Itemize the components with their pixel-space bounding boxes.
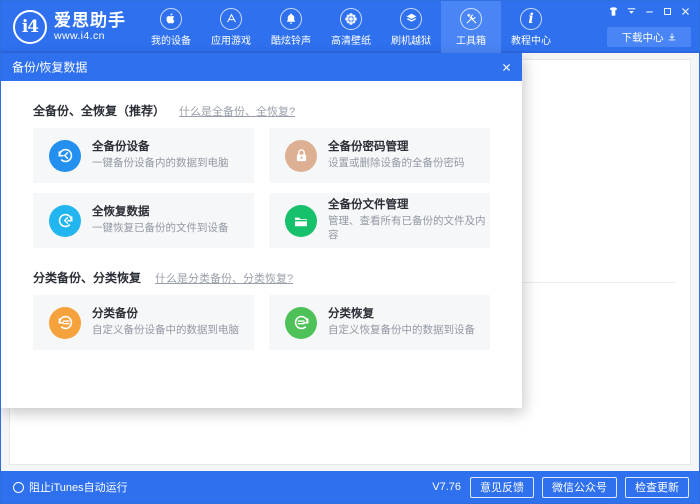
nav-item-tutorials[interactable]: i 教程中心 bbox=[501, 1, 561, 53]
card-full-restore-data[interactable]: 全恢复数据 一键恢复已备份的文件到设备 bbox=[33, 193, 254, 248]
card-desc: 自定义恢复备份中的数据到设备 bbox=[328, 324, 475, 337]
card-row: 分类备份 自定义备份设备中的数据到电脑 分类恢复 自定义恢复备份中的数据到设备 bbox=[33, 295, 490, 350]
card-row: 全备份设备 一键备份设备内的数据到电脑 全备份密码管理 设置或删除设备的全备份密… bbox=[33, 128, 490, 183]
flash-jailbreak-icon bbox=[400, 7, 422, 30]
card-desc: 一键恢复已备份的文件到设备 bbox=[92, 222, 229, 235]
download-arrow-icon bbox=[667, 32, 677, 42]
section-header-category-backup: 分类备份、分类恢复 什么是分类备份、分类恢复? bbox=[33, 269, 490, 286]
section-help-link[interactable]: 什么是分类备份、分类恢复? bbox=[155, 270, 293, 286]
minimize-icon[interactable] bbox=[641, 4, 657, 19]
dialog-title: 备份/恢复数据 bbox=[12, 60, 88, 75]
card-backup-password-manage[interactable]: 全备份密码管理 设置或删除设备的全备份密码 bbox=[269, 128, 490, 183]
card-category-backup[interactable]: 分类备份 自定义备份设备中的数据到电脑 bbox=[33, 295, 254, 350]
nav-item-ringtones[interactable]: 酷炫铃声 bbox=[261, 1, 321, 53]
card-title: 全备份设备 bbox=[92, 141, 150, 154]
feedback-button[interactable]: 意见反馈 bbox=[470, 476, 534, 498]
card-full-backup-device[interactable]: 全备份设备 一键备份设备内的数据到电脑 bbox=[33, 128, 254, 183]
card-desc: 一键备份设备内的数据到电脑 bbox=[92, 157, 229, 170]
section-title: 分类备份、分类恢复 bbox=[33, 271, 142, 285]
logo-mark-icon: i4 bbox=[13, 10, 47, 44]
app-logo: i4 爱思助手 www.i4.cn bbox=[13, 10, 126, 44]
nav-item-apps-games[interactable]: 应用游戏 bbox=[201, 1, 261, 53]
appstore-icon bbox=[220, 7, 242, 30]
toolbox-icon bbox=[460, 7, 482, 30]
block-itunes-label: 阻止iTunes自动运行 bbox=[29, 482, 128, 494]
nav-item-wallpapers[interactable]: 高清壁纸 bbox=[321, 1, 381, 53]
logo-title: 爱思助手 bbox=[54, 11, 126, 31]
info-icon: i bbox=[520, 7, 542, 30]
card-backup-file-manage[interactable]: 全备份文件管理 管理、查看所有已备份的文件及内容 bbox=[269, 193, 490, 248]
card-title: 全恢复数据 bbox=[92, 206, 150, 219]
nav-item-label: 我的设备 bbox=[151, 35, 191, 47]
backup-device-icon bbox=[49, 139, 81, 172]
logo-subtitle: www.i4.cn bbox=[54, 29, 105, 42]
lock-icon bbox=[285, 139, 317, 172]
section-title: 全备份、全恢复（推荐） bbox=[33, 104, 166, 118]
dialog-titlebar: 备份/恢复数据 bbox=[1, 53, 522, 81]
category-backup-icon bbox=[49, 306, 81, 339]
card-text: 分类恢复 自定义恢复备份中的数据到设备 bbox=[328, 307, 475, 338]
nav-item-label: 应用游戏 bbox=[211, 35, 251, 47]
card-text: 全备份文件管理 管理、查看所有已备份的文件及内容 bbox=[328, 198, 490, 242]
check-update-button[interactable]: 检查更新 bbox=[625, 476, 689, 498]
dialog-body: 全备份、全恢复（推荐） 什么是全备份、全恢复? 全备份设备 一键备份设备内的数据 bbox=[1, 81, 522, 408]
footer-actions: V7.76 意见反馈 微信公众号 检查更新 bbox=[432, 476, 689, 498]
card-desc: 自定义备份设备中的数据到电脑 bbox=[92, 324, 239, 337]
card-title: 分类备份 bbox=[92, 308, 138, 321]
backup-restore-dialog: 备份/恢复数据 全备份、全恢复（推荐） 什么是全备份、全恢复? 全备份设备 一键… bbox=[1, 53, 522, 408]
menu-dropdown-icon[interactable] bbox=[623, 4, 639, 19]
close-icon[interactable] bbox=[677, 4, 693, 19]
category-restore-icon bbox=[285, 306, 317, 339]
card-title: 全备份密码管理 bbox=[328, 141, 409, 154]
block-itunes-toggle[interactable]: 阻止iTunes自动运行 bbox=[13, 479, 128, 495]
radio-circle-icon[interactable] bbox=[13, 481, 24, 493]
card-text: 全备份设备 一键备份设备内的数据到电脑 bbox=[92, 140, 229, 171]
apple-icon bbox=[160, 7, 182, 30]
main-nav: 我的设备 应用游戏 酷炫铃声 高清壁纸 刷机越狱 工具箱 i 教程中心 bbox=[141, 1, 561, 53]
nav-item-label: 高清壁纸 bbox=[331, 35, 371, 47]
bell-icon bbox=[280, 7, 302, 30]
app-header: i4 爱思助手 www.i4.cn 我的设备 应用游戏 酷炫铃声 高清壁纸 刷机… bbox=[1, 1, 699, 53]
close-icon[interactable] bbox=[498, 59, 514, 75]
app-window: iTunes及驱动 下载固件 bbox=[0, 0, 700, 504]
card-title: 分类恢复 bbox=[328, 308, 374, 321]
section-header-full-backup: 全备份、全恢复（推荐） 什么是全备份、全恢复? bbox=[33, 102, 490, 119]
section-help-link[interactable]: 什么是全备份、全恢复? bbox=[179, 103, 295, 119]
card-text: 全恢复数据 一键恢复已备份的文件到设备 bbox=[92, 205, 229, 236]
nav-item-toolbox[interactable]: 工具箱 bbox=[441, 1, 501, 53]
wallpaper-flower-icon bbox=[340, 7, 362, 30]
card-category-restore[interactable]: 分类恢复 自定义恢复备份中的数据到设备 bbox=[269, 295, 490, 350]
window-controls bbox=[605, 4, 693, 19]
maximize-icon[interactable] bbox=[659, 4, 675, 19]
card-title: 全备份文件管理 bbox=[328, 199, 409, 212]
card-desc: 设置或删除设备的全备份密码 bbox=[328, 157, 465, 170]
app-footer: 阻止iTunes自动运行 V7.76 意见反馈 微信公众号 检查更新 bbox=[1, 471, 699, 503]
nav-item-flash-jailbreak[interactable]: 刷机越狱 bbox=[381, 1, 441, 53]
version-label: V7.76 bbox=[432, 481, 461, 493]
card-text: 分类备份 自定义备份设备中的数据到电脑 bbox=[92, 307, 239, 338]
download-center-button[interactable]: 下载中心 bbox=[607, 27, 691, 47]
nav-item-label: 教程中心 bbox=[511, 35, 551, 47]
card-row: 全恢复数据 一键恢复已备份的文件到设备 全备份文件管理 管理、查看所有已备份的文… bbox=[33, 193, 490, 248]
nav-item-label: 刷机越狱 bbox=[391, 35, 431, 47]
card-desc: 管理、查看所有已备份的文件及内容 bbox=[328, 215, 486, 241]
folder-icon bbox=[285, 204, 317, 237]
wechat-official-button[interactable]: 微信公众号 bbox=[542, 476, 617, 498]
logo-text: 爱思助手 www.i4.cn bbox=[54, 12, 126, 42]
skin-icon[interactable] bbox=[605, 4, 621, 19]
card-text: 全备份密码管理 设置或删除设备的全备份密码 bbox=[328, 140, 465, 171]
restore-data-icon bbox=[49, 204, 81, 237]
nav-item-label: 工具箱 bbox=[456, 35, 486, 47]
nav-item-label: 酷炫铃声 bbox=[271, 35, 311, 47]
download-center-label: 下载中心 bbox=[621, 31, 664, 44]
nav-item-my-device[interactable]: 我的设备 bbox=[141, 1, 201, 53]
